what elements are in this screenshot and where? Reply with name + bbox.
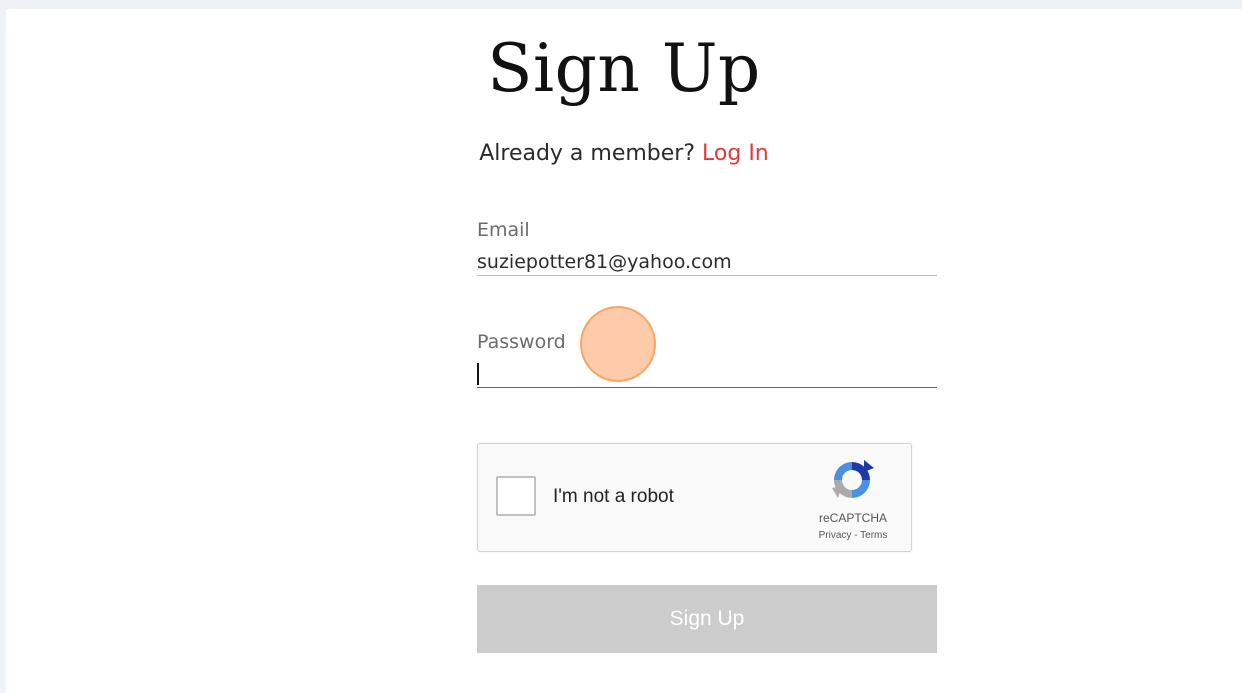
login-link[interactable]: Log In bbox=[702, 141, 769, 166]
recaptcha-privacy-link[interactable]: Privacy bbox=[819, 530, 852, 541]
password-input[interactable] bbox=[477, 360, 937, 388]
email-label: Email bbox=[477, 219, 530, 241]
password-field-group: Password bbox=[477, 330, 937, 388]
click-indicator bbox=[580, 306, 656, 382]
recaptcha-brand: reCAPTCHA bbox=[818, 511, 887, 525]
recaptcha-label: I'm not a robot bbox=[553, 486, 674, 507]
member-prompt: Already a member? Log In bbox=[6, 140, 1242, 168]
recaptcha-logo-icon bbox=[832, 460, 874, 498]
page-title: Sign Up bbox=[487, 30, 761, 107]
recaptcha-checkbox[interactable] bbox=[496, 476, 536, 516]
recaptcha-widget: I'm not a robot reCAPTCHA Privacy - Term… bbox=[477, 443, 912, 552]
recaptcha-terms-link[interactable]: Terms bbox=[860, 530, 887, 541]
member-prompt-text: Already a member? bbox=[479, 141, 696, 166]
email-field-group: Email bbox=[477, 218, 937, 276]
text-cursor bbox=[477, 363, 479, 385]
recaptcha-links: Privacy - Terms bbox=[798, 530, 908, 542]
password-label: Password bbox=[477, 331, 566, 353]
sign-up-button[interactable]: Sign Up bbox=[477, 585, 937, 653]
recaptcha-link-separator: - bbox=[851, 530, 861, 541]
email-input[interactable] bbox=[477, 248, 937, 276]
